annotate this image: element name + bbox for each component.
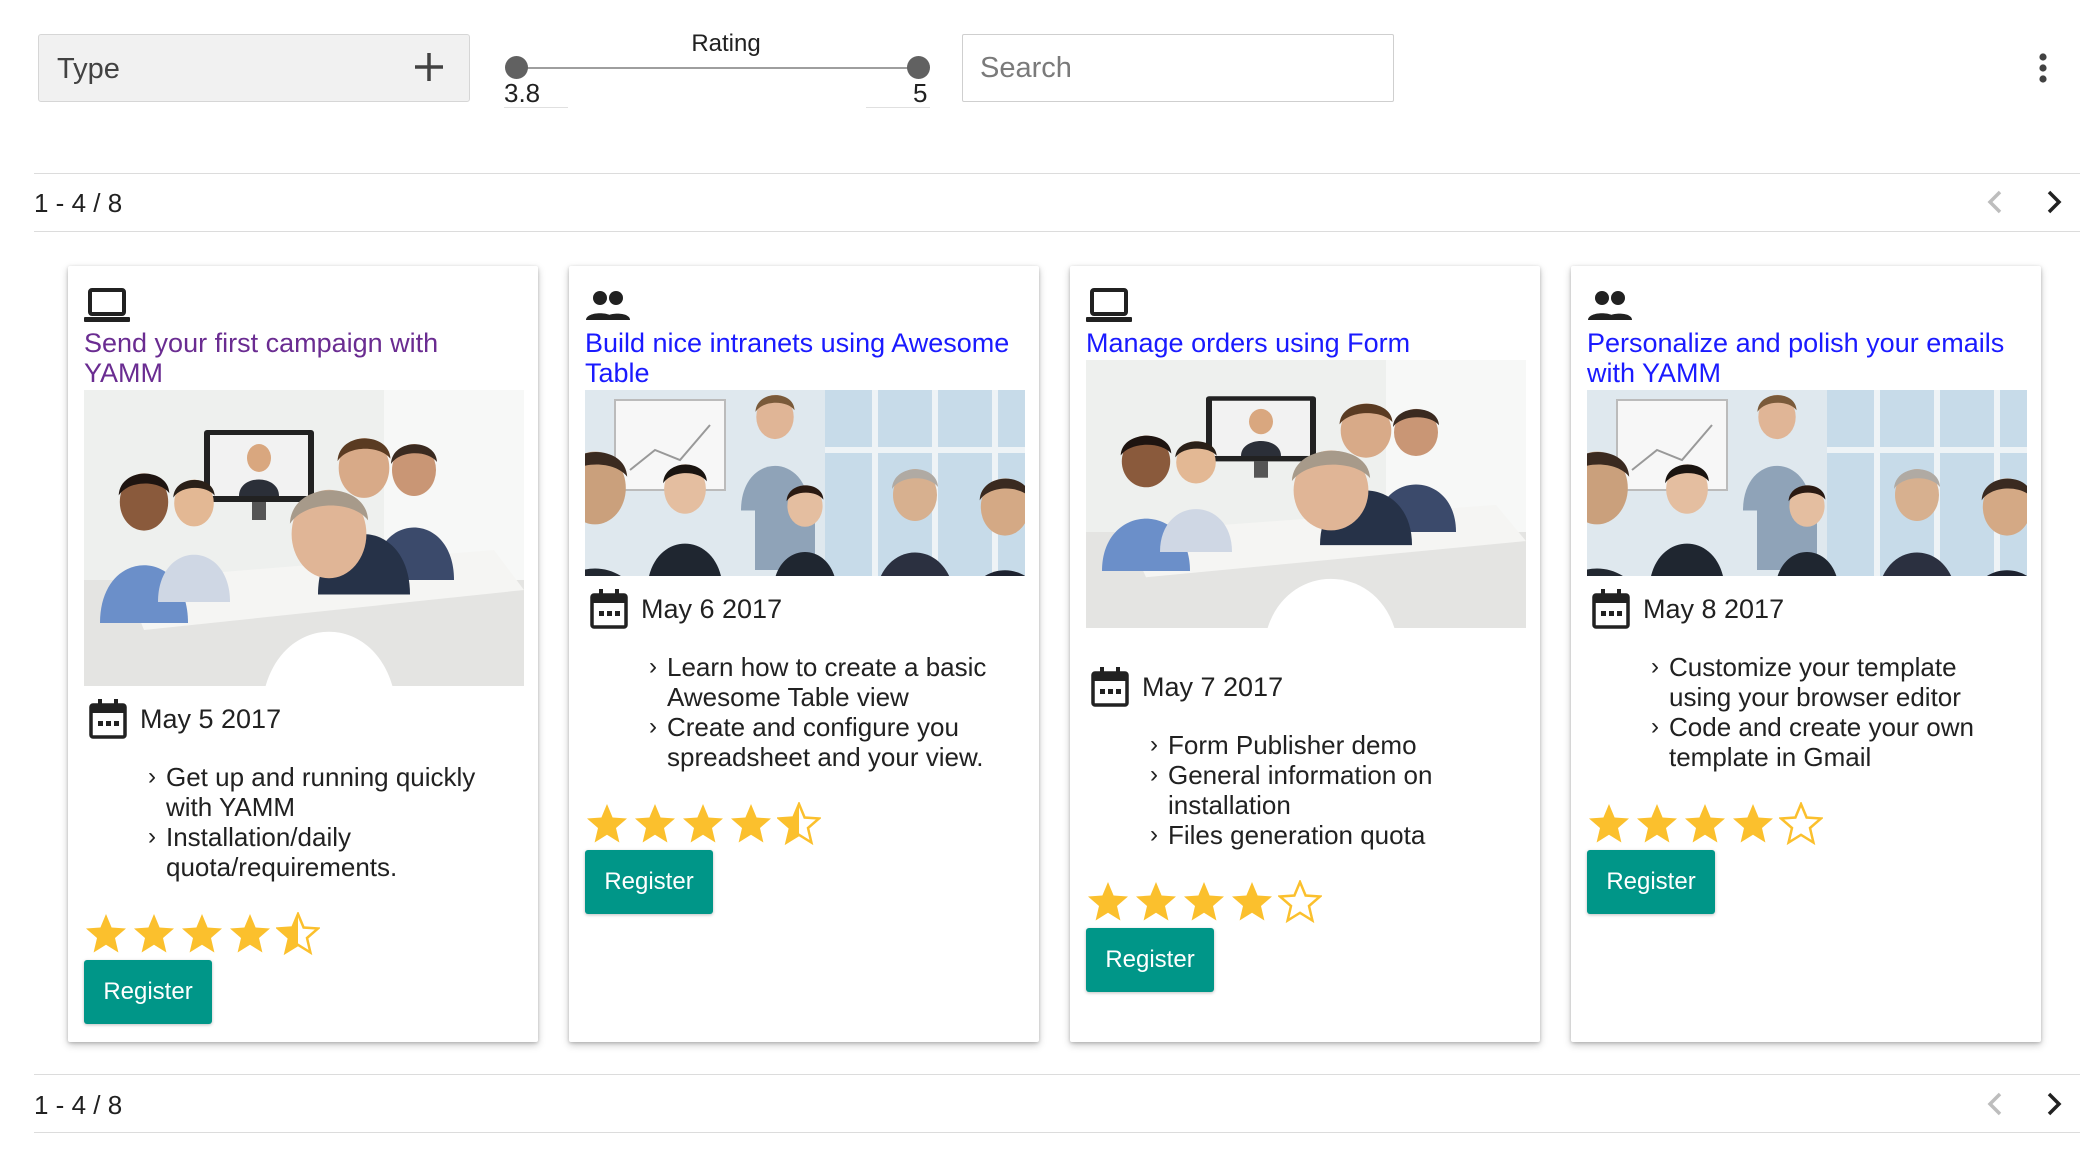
event-date: May 8 2017 <box>1643 594 1785 624</box>
chevron-right-icon: › <box>649 713 657 740</box>
calendar-icon <box>1591 588 1631 630</box>
star-outline-icon <box>1276 878 1324 924</box>
more-vert-icon[interactable] <box>2025 50 2061 86</box>
add-icon[interactable] <box>411 49 447 85</box>
agenda-item: › Installation/daily quota/requirements. <box>148 822 398 882</box>
star-rating <box>84 910 324 960</box>
agenda-item: › Code and create your own template in Gm… <box>1651 712 1974 772</box>
chevron-right-icon: › <box>1150 821 1158 848</box>
star-icon <box>1086 880 1130 924</box>
page-count: 1 - 4 / 8 <box>34 1090 123 1120</box>
agenda-item: › General information on installation <box>1150 760 1433 820</box>
prev-page-icon[interactable] <box>1978 1086 2014 1122</box>
star-icon <box>84 912 128 956</box>
prev-page-icon[interactable] <box>1978 184 2014 220</box>
star-icon <box>180 912 224 956</box>
chevron-right-icon: › <box>649 653 657 680</box>
star-half-icon <box>274 910 322 956</box>
star-rating <box>1086 878 1326 928</box>
divider <box>34 1074 2080 1075</box>
star-half-icon <box>775 800 823 846</box>
star-icon <box>1587 802 1631 846</box>
agenda-item: › Files generation quota <box>1150 820 1426 850</box>
star-icon <box>228 912 272 956</box>
event-date: May 5 2017 <box>140 704 282 734</box>
event-date: May 7 2017 <box>1142 672 1284 702</box>
people-icon <box>585 286 631 326</box>
star-icon <box>1683 802 1727 846</box>
laptop-icon <box>84 286 130 326</box>
people-icon <box>1587 286 1633 326</box>
register-button[interactable]: Register <box>1587 850 1715 914</box>
next-page-icon[interactable] <box>2036 1086 2072 1122</box>
agenda-item: › Create and configure you spreadsheet an… <box>649 712 984 772</box>
star-icon <box>1731 802 1775 846</box>
agenda-item: › Form Publisher demo <box>1150 730 1417 760</box>
register-button[interactable]: Register <box>84 960 212 1024</box>
event-card: Send your first campaign with YAMM May 5… <box>68 266 538 1042</box>
chevron-right-icon: › <box>1651 713 1659 740</box>
rating-min-value: 3.8 <box>504 78 541 108</box>
type-filter[interactable]: Type <box>38 34 470 102</box>
event-date: May 6 2017 <box>641 594 783 624</box>
event-title-link[interactable]: Send your first campaign with YAMM <box>84 328 524 388</box>
register-button[interactable]: Register <box>585 850 713 914</box>
star-icon <box>1134 880 1178 924</box>
star-outline-icon <box>1777 800 1825 846</box>
type-filter-label: Type <box>57 53 120 85</box>
rating-max-handle[interactable] <box>907 56 930 79</box>
star-icon <box>729 802 773 846</box>
star-icon <box>585 802 629 846</box>
video-conference-photo <box>1086 360 1526 628</box>
event-title-link[interactable]: Build nice intranets using Awesome Table <box>585 328 1025 388</box>
star-icon <box>1230 880 1274 924</box>
rating-slider-track[interactable] <box>516 67 918 69</box>
register-button[interactable]: Register <box>1086 928 1214 992</box>
rating-min-underline <box>504 107 568 108</box>
rating-min-handle[interactable] <box>505 56 528 79</box>
laptop-icon <box>1086 286 1132 326</box>
calendar-icon <box>1090 666 1130 708</box>
video-conference-photo <box>84 390 524 686</box>
star-rating <box>585 800 825 850</box>
agenda-item: › Customize your template using your brow… <box>1651 652 1961 712</box>
star-icon <box>633 802 677 846</box>
divider <box>34 1132 2080 1133</box>
agenda-list: › Learn how to create a basic Awesome Tab… <box>649 652 1019 772</box>
agenda-list: › Customize your template using your brow… <box>1651 652 2021 772</box>
calendar-icon <box>88 698 128 740</box>
agenda-list: › Form Publisher demo › General informatio… <box>1150 730 1520 850</box>
agenda-item: › Learn how to create a basic Awesome Tab… <box>649 652 987 712</box>
event-title-link[interactable]: Personalize and polish your emails with … <box>1587 328 2027 388</box>
event-card: Personalize and polish your emails with … <box>1571 266 2041 1042</box>
divider <box>34 173 2080 174</box>
star-rating <box>1587 800 1827 850</box>
chevron-right-icon: › <box>1150 761 1158 788</box>
rating-max-value: 5 <box>913 78 928 108</box>
star-icon <box>1182 880 1226 924</box>
event-card: Manage orders using Form Publisher May 7… <box>1070 266 1540 1042</box>
star-icon <box>1635 802 1679 846</box>
calendar-icon <box>589 588 629 630</box>
presentation-photo <box>585 390 1025 576</box>
agenda-list: › Get up and running quickly with YAMM › I… <box>148 762 518 882</box>
rating-label: Rating <box>691 30 761 57</box>
next-page-icon[interactable] <box>2036 184 2072 220</box>
chevron-right-icon: › <box>1150 731 1158 758</box>
divider <box>34 231 2080 232</box>
search-input[interactable] <box>962 34 1394 102</box>
page-count: 1 - 4 / 8 <box>34 188 123 218</box>
event-card: Build nice intranets using Awesome Table… <box>569 266 1039 1042</box>
chevron-right-icon: › <box>148 823 156 850</box>
presentation-photo <box>1587 390 2027 576</box>
chevron-right-icon: › <box>1651 653 1659 680</box>
star-icon <box>132 912 176 956</box>
star-icon <box>681 802 725 846</box>
rating-max-underline <box>866 107 930 108</box>
chevron-right-icon: › <box>148 763 156 790</box>
agenda-item: › Get up and running quickly with YAMM <box>148 762 476 822</box>
